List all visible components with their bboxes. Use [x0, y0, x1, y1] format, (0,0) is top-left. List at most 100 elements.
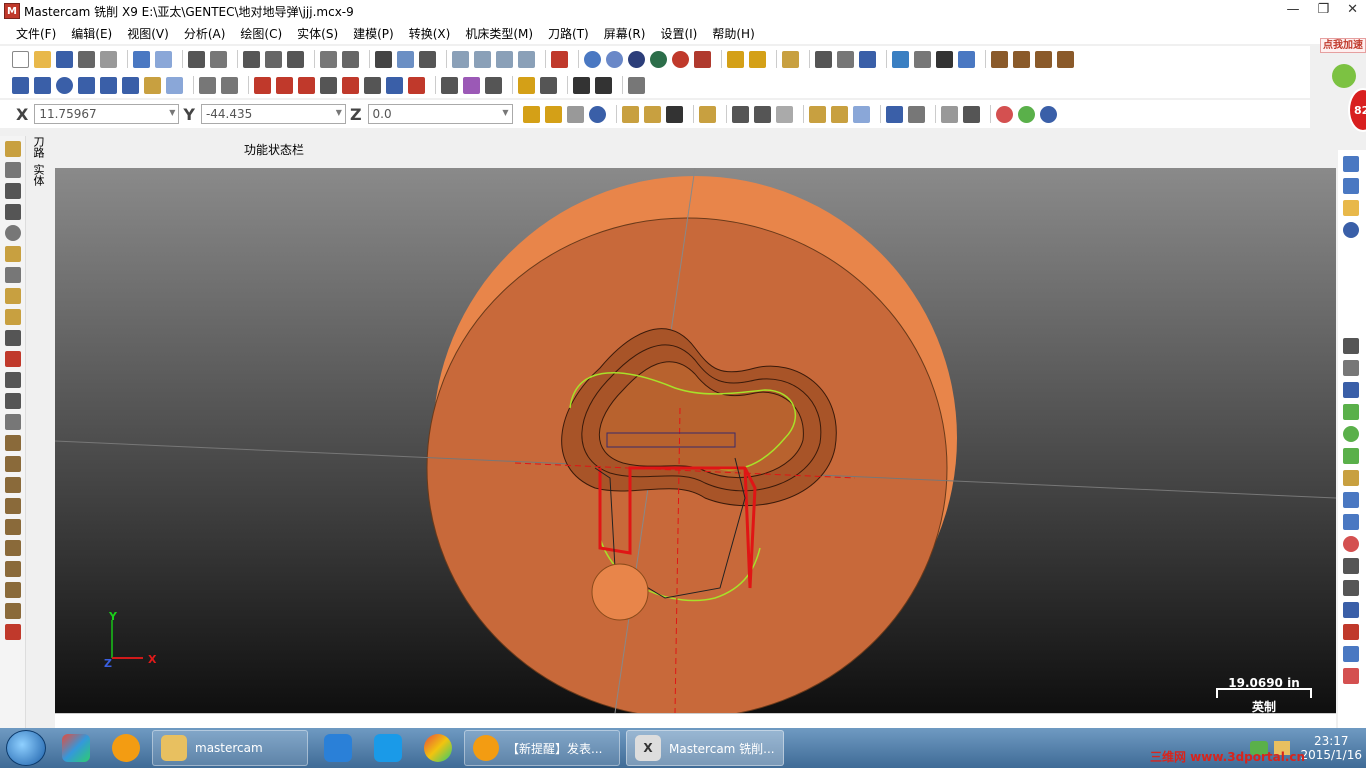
- menu-model-prep[interactable]: 建模(P): [353, 25, 394, 42]
- toolpath-pencil-icon[interactable]: [5, 540, 21, 556]
- line-icon[interactable]: [34, 76, 51, 94]
- tab-solids[interactable]: 实体: [30, 164, 46, 192]
- hint-icon[interactable]: [518, 76, 535, 94]
- menu-settings[interactable]: 设置(I): [660, 25, 697, 42]
- fast-point-icon[interactable]: [544, 105, 562, 123]
- snap-icon[interactable]: [566, 105, 584, 123]
- shaded-icon[interactable]: [650, 50, 667, 68]
- speedup-label[interactable]: 点我加速: [1320, 38, 1366, 53]
- toolpath-2d-icon[interactable]: [5, 309, 21, 325]
- pattern-icon[interactable]: [463, 76, 480, 94]
- break-icon[interactable]: [1343, 558, 1359, 574]
- print-preview-icon[interactable]: [100, 50, 117, 68]
- quick-launch-orange[interactable]: [106, 730, 146, 766]
- toolpath-project-icon[interactable]: [5, 498, 21, 514]
- toolpath-slot-icon[interactable]: [5, 204, 21, 220]
- cylinder-icon[interactable]: [144, 76, 161, 94]
- stock-model-icon[interactable]: [5, 624, 21, 640]
- chevron-down-icon[interactable]: ▼: [169, 108, 175, 117]
- hatch-icon[interactable]: [628, 76, 645, 94]
- info-icon[interactable]: [1343, 222, 1359, 238]
- surface-icon[interactable]: [166, 76, 183, 94]
- spline-icon[interactable]: [122, 76, 139, 94]
- menu-toolpaths[interactable]: 刀路(T): [548, 25, 589, 42]
- chamfer-icon[interactable]: [1343, 470, 1359, 486]
- shaded-edges-icon[interactable]: [672, 50, 689, 68]
- restore-button[interactable]: ❐: [1317, 2, 1329, 17]
- sphere-icon[interactable]: [606, 50, 623, 68]
- selection-confirm-icon[interactable]: [962, 105, 980, 123]
- dimension-icon[interactable]: [1343, 338, 1359, 354]
- solid-view-icon[interactable]: [885, 105, 903, 123]
- minimize-button[interactable]: —: [1286, 2, 1299, 17]
- palette-icon[interactable]: [1343, 624, 1359, 640]
- menu-analyze[interactable]: 分析(A): [184, 25, 226, 42]
- xform-translate-icon[interactable]: [254, 76, 271, 94]
- menu-solids[interactable]: 实体(S): [297, 25, 338, 42]
- chevron-down-icon[interactable]: ▼: [336, 108, 342, 117]
- point-icon[interactable]: [12, 76, 29, 94]
- zoom-out-icon[interactable]: [342, 50, 359, 68]
- verify-selection-icon[interactable]: [665, 105, 683, 123]
- layers-icon[interactable]: [1343, 646, 1359, 662]
- task-mastercam-folder[interactable]: mastercam: [152, 730, 308, 766]
- line-parallel-icon[interactable]: [1343, 404, 1359, 420]
- sigma-icon[interactable]: [936, 50, 953, 68]
- toolpath-facing-icon[interactable]: [5, 183, 21, 199]
- solid-face-icon[interactable]: [808, 105, 826, 123]
- toolpath-post-icon[interactable]: [1057, 50, 1074, 68]
- toolpath-helix-icon[interactable]: [5, 267, 21, 283]
- zoom-window-icon[interactable]: [210, 50, 227, 68]
- start-button[interactable]: [6, 730, 46, 766]
- list-icon[interactable]: [914, 50, 931, 68]
- toolpath-add-icon[interactable]: [5, 351, 21, 367]
- analyze-icon[interactable]: [815, 50, 832, 68]
- toolpath-manager-icon[interactable]: [991, 50, 1008, 68]
- quick-launch-bird[interactable]: [318, 730, 358, 766]
- fit-icon[interactable]: [188, 50, 205, 68]
- toolpath-scallop-icon[interactable]: [5, 414, 21, 430]
- plane-icon[interactable]: [551, 50, 568, 68]
- close-button[interactable]: ✕: [1347, 2, 1358, 17]
- rotate-icon[interactable]: [375, 50, 392, 68]
- xform-offset-icon[interactable]: [364, 76, 381, 94]
- horizontal-dimension-icon[interactable]: [573, 76, 590, 94]
- zoom-target-icon[interactable]: [243, 50, 260, 68]
- toolpath-backplot-icon[interactable]: [1035, 50, 1052, 68]
- rectangle-icon[interactable]: [78, 76, 95, 94]
- menu-view[interactable]: 视图(V): [127, 25, 169, 42]
- toolpath-radial-icon[interactable]: [5, 477, 21, 493]
- toolpath-pocket-icon[interactable]: [5, 162, 21, 178]
- back-select-icon[interactable]: [907, 105, 925, 123]
- graphics-viewport[interactable]: Y X Z: [55, 168, 1336, 713]
- toolpath-blend-icon[interactable]: [5, 393, 21, 409]
- solid-select-icon[interactable]: [775, 105, 793, 123]
- quick-launch-browser[interactable]: [418, 730, 458, 766]
- pan-icon[interactable]: [419, 50, 436, 68]
- print-icon[interactable]: [78, 50, 95, 68]
- new-file-icon[interactable]: [12, 50, 29, 68]
- menu-screen[interactable]: 屏幕(R): [604, 25, 646, 42]
- speedup-count-badge[interactable]: 82: [1348, 88, 1366, 132]
- views-icon[interactable]: [1343, 156, 1359, 172]
- redo-icon[interactable]: [155, 50, 172, 68]
- autocursor-icon[interactable]: [522, 105, 540, 123]
- toolpath-circle-icon[interactable]: [5, 246, 21, 262]
- toolpath-waterline-icon[interactable]: [5, 435, 21, 451]
- wand-icon[interactable]: [782, 50, 799, 68]
- solid-icon[interactable]: [1343, 492, 1359, 508]
- cursor-icon[interactable]: [753, 105, 771, 123]
- chain-line-icon[interactable]: [731, 105, 749, 123]
- xform-mirror-icon[interactable]: [276, 76, 293, 94]
- trim-icon[interactable]: [199, 76, 216, 94]
- globe-icon[interactable]: [584, 50, 601, 68]
- zoom-in-icon[interactable]: [287, 50, 304, 68]
- z-coord-input[interactable]: 0.0 ▼: [367, 104, 513, 124]
- window-select-icon[interactable]: [698, 105, 716, 123]
- help-icon[interactable]: [1039, 105, 1057, 123]
- analyze-entity-icon[interactable]: [837, 50, 854, 68]
- zoom-selected-icon[interactable]: [265, 50, 282, 68]
- menu-machine-type[interactable]: 机床类型(M): [465, 25, 533, 42]
- color-icon[interactable]: [1343, 668, 1359, 684]
- section-view-icon[interactable]: [694, 50, 711, 68]
